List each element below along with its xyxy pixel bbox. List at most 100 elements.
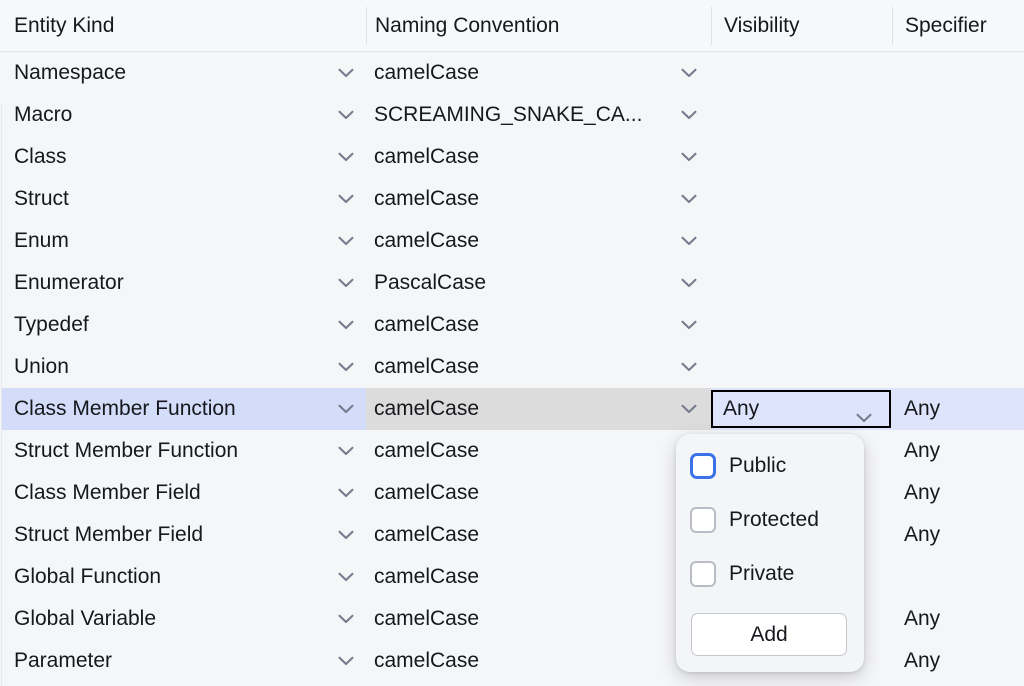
- cell-naming-convention[interactable]: PascalCase: [366, 262, 711, 304]
- entity-kind-value: Global Variable: [14, 607, 156, 631]
- naming-convention-value: camelCase: [374, 355, 479, 379]
- cell-specifier[interactable]: Any: [892, 598, 1024, 640]
- table-row[interactable]: Typedef camelCase: [0, 304, 1024, 346]
- cell-specifier[interactable]: Any: [892, 472, 1024, 514]
- cell-naming-convention[interactable]: SCREAMING_SNAKE_CA...: [366, 94, 711, 136]
- cell-specifier[interactable]: [892, 52, 1024, 94]
- table-row[interactable]: Struct Member FieldcamelCase Any: [0, 514, 1024, 556]
- table-row[interactable]: MacroSCREAMING_SNAKE_CA...: [0, 94, 1024, 136]
- checkbox-private[interactable]: [690, 561, 716, 587]
- cell-naming-convention[interactable]: camelCase: [366, 136, 711, 178]
- column-header-label: Naming Convention: [375, 14, 559, 38]
- cell-naming-convention[interactable]: camelCase: [366, 430, 711, 472]
- table-row[interactable]: Class Member Function camelCase AnyAny: [0, 388, 1024, 430]
- cell-naming-convention[interactable]: camelCase: [366, 304, 711, 346]
- naming-convention-value: camelCase: [374, 481, 479, 505]
- cell-naming-convention[interactable]: camelCase: [366, 556, 711, 598]
- cell-naming-convention[interactable]: camelCase: [366, 178, 711, 220]
- table-row[interactable]: NamespacecamelCase: [0, 52, 1024, 94]
- cell-naming-convention[interactable]: camelCase: [366, 640, 711, 682]
- cell-entity-kind[interactable]: Class Member Function: [2, 388, 366, 430]
- table-row[interactable]: Union camelCase: [0, 346, 1024, 388]
- cell-specifier[interactable]: [892, 346, 1024, 388]
- table-row[interactable]: Class Member Field camelCase Any: [0, 472, 1024, 514]
- cell-visibility[interactable]: [711, 52, 892, 94]
- entity-kind-value: Class: [14, 145, 67, 169]
- cell-entity-kind[interactable]: Struct: [2, 178, 366, 220]
- cell-naming-convention[interactable]: camelCase: [366, 346, 711, 388]
- entity-kind-value: Class Member Function: [14, 397, 236, 421]
- cell-naming-convention[interactable]: camelCase: [366, 514, 711, 556]
- cell-naming-convention[interactable]: camelCase: [366, 472, 711, 514]
- naming-convention-value: camelCase: [374, 313, 479, 337]
- cell-entity-kind[interactable]: Namespace: [2, 52, 366, 94]
- checkbox-protected[interactable]: [690, 507, 716, 533]
- cell-specifier[interactable]: Any: [892, 640, 1024, 682]
- cell-specifier[interactable]: [892, 304, 1024, 346]
- column-header-visibility[interactable]: Visibility: [712, 0, 892, 51]
- cell-visibility[interactable]: [711, 94, 892, 136]
- table-row[interactable]: ParametercamelCase Any: [0, 640, 1024, 682]
- cell-visibility[interactable]: [711, 262, 892, 304]
- cell-visibility[interactable]: [711, 178, 892, 220]
- cell-specifier[interactable]: [892, 262, 1024, 304]
- table-row[interactable]: Global FunctioncamelCase: [0, 556, 1024, 598]
- table-row[interactable]: Class camelCase: [0, 136, 1024, 178]
- cell-specifier[interactable]: Any: [892, 388, 1024, 430]
- table-row[interactable]: EnumcamelCase: [0, 220, 1024, 262]
- cell-entity-kind[interactable]: Union: [2, 346, 366, 388]
- cell-entity-kind[interactable]: Global Variable: [2, 598, 366, 640]
- cell-specifier[interactable]: [892, 178, 1024, 220]
- cell-specifier[interactable]: [892, 220, 1024, 262]
- visibility-combobox[interactable]: Any: [711, 390, 891, 428]
- column-header-specifier[interactable]: Specifier: [893, 0, 1024, 51]
- table-row[interactable]: Struct camelCase: [0, 178, 1024, 220]
- table-row[interactable]: EnumeratorPascalCase: [0, 262, 1024, 304]
- cell-naming-convention[interactable]: camelCase: [366, 598, 711, 640]
- checkbox-public[interactable]: [690, 453, 716, 479]
- cell-entity-kind[interactable]: Enumerator: [2, 262, 366, 304]
- visibility-option-label: Public: [729, 454, 786, 478]
- add-button[interactable]: Add: [691, 613, 847, 656]
- cell-naming-convention[interactable]: camelCase: [366, 388, 711, 430]
- cell-entity-kind[interactable]: Class: [2, 136, 366, 178]
- cell-entity-kind[interactable]: Enum: [2, 220, 366, 262]
- cell-visibility[interactable]: [711, 346, 892, 388]
- cell-specifier[interactable]: [892, 556, 1024, 598]
- table-row[interactable]: Global Variable camelCase Any: [0, 598, 1024, 640]
- cell-entity-kind[interactable]: Parameter: [2, 640, 366, 682]
- chevron-down-icon[interactable]: [856, 405, 872, 415]
- visibility-option-private[interactable]: Private: [690, 557, 854, 591]
- column-header-label: Entity Kind: [14, 14, 114, 38]
- cell-specifier[interactable]: Any: [892, 514, 1024, 556]
- cell-naming-convention[interactable]: camelCase: [366, 52, 711, 94]
- cell-naming-convention[interactable]: camelCase: [366, 220, 711, 262]
- visibility-option-protected[interactable]: Protected: [690, 503, 854, 537]
- entity-kind-value: Struct Member Function: [14, 439, 238, 463]
- visibility-option-public[interactable]: Public: [690, 449, 854, 483]
- cell-visibility[interactable]: [711, 136, 892, 178]
- naming-convention-value: camelCase: [374, 397, 479, 421]
- specifier-value: Any: [904, 523, 940, 547]
- specifier-value: Any: [904, 481, 940, 505]
- cell-entity-kind[interactable]: Typedef: [2, 304, 366, 346]
- cell-specifier[interactable]: [892, 94, 1024, 136]
- cell-visibility[interactable]: [711, 220, 892, 262]
- cell-specifier[interactable]: [892, 136, 1024, 178]
- cell-entity-kind[interactable]: Struct Member Function: [2, 430, 366, 472]
- table-row[interactable]: Struct Member Function camelCase Any: [0, 430, 1024, 472]
- cell-entity-kind[interactable]: Global Function: [2, 556, 366, 598]
- cell-entity-kind[interactable]: Struct Member Field: [2, 514, 366, 556]
- visibility-option-label: Protected: [729, 508, 819, 532]
- cell-entity-kind[interactable]: Class Member Field: [2, 472, 366, 514]
- column-header-naming-convention[interactable]: Naming Convention: [367, 0, 711, 51]
- cell-entity-kind[interactable]: Macro: [2, 94, 366, 136]
- naming-convention-settings-panel: Entity Kind Naming Convention Visibility…: [0, 0, 1024, 686]
- table-body: NamespacecamelCaseMacroSCREAMING_SNAKE_C…: [0, 52, 1024, 686]
- specifier-value: Any: [904, 607, 940, 631]
- column-header-entity-kind[interactable]: Entity Kind: [2, 0, 366, 51]
- naming-convention-value: camelCase: [374, 187, 479, 211]
- cell-visibility[interactable]: [711, 304, 892, 346]
- cell-specifier[interactable]: Any: [892, 430, 1024, 472]
- visibility-options-popup: Public Protected Private Add: [676, 434, 864, 672]
